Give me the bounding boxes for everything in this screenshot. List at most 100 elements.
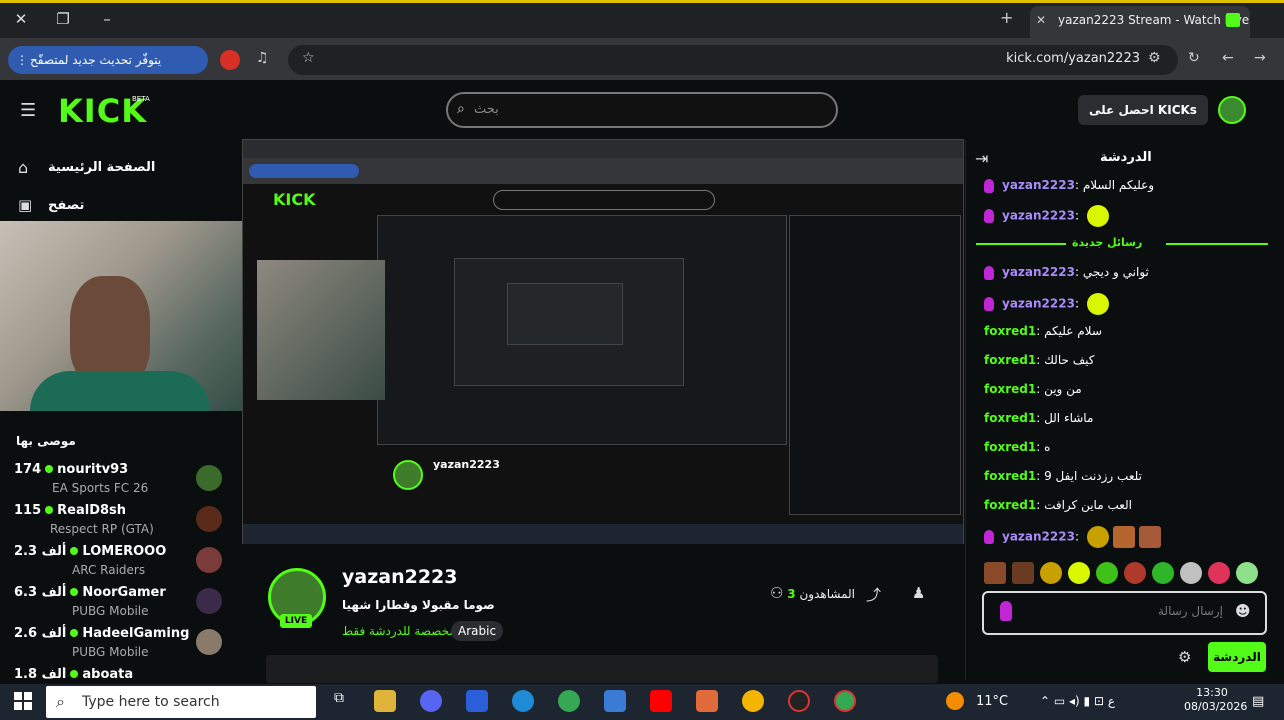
- chat-username[interactable]: yazan2223: [1002, 178, 1075, 192]
- sidebar-item-browse[interactable]: تصفح: [48, 198, 84, 213]
- chrome-update-button[interactable]: ⋮ يتوفّر تحديث جديد لمتصفّح Chrome: [8, 46, 208, 95]
- chat-title: الدردشة: [1100, 150, 1152, 165]
- emote-icon[interactable]: [1124, 562, 1146, 584]
- windows-start-icon[interactable]: [14, 692, 32, 710]
- chat-username[interactable]: foxred1: [984, 324, 1036, 338]
- app-icon[interactable]: [788, 690, 810, 712]
- webcam-overlay: [0, 221, 258, 411]
- share-icon[interactable]: ⤴: [866, 584, 881, 605]
- emote-icon: [1086, 205, 1109, 227]
- chat-username[interactable]: yazan2223: [1002, 530, 1075, 544]
- browser-tab[interactable]: ✕ yazan2223 Stream - Watch Live: [1030, 6, 1250, 38]
- edge-icon[interactable]: [512, 690, 534, 712]
- chat-input-placeholder: إرسال رسالة: [1158, 604, 1223, 618]
- file-explorer-icon[interactable]: [374, 690, 396, 712]
- get-kicks-button[interactable]: احصل على KICKs: [1078, 95, 1208, 125]
- chat-username[interactable]: yazan2223: [1002, 209, 1075, 223]
- chat-input[interactable]: [982, 591, 1267, 635]
- language-tag[interactable]: Arabic: [451, 621, 504, 641]
- youtube-icon[interactable]: [650, 690, 672, 712]
- live-badge: LIVE: [280, 614, 312, 628]
- notifications-icon[interactable]: ▤: [1252, 694, 1264, 709]
- chat-username[interactable]: yazan2223: [1002, 297, 1075, 311]
- webcam-person-shirt: [30, 371, 210, 411]
- recommended-item[interactable]: 2.6 ألف HadeelGaming PUBG Mobile: [14, 626, 236, 666]
- broadcaster-badge-icon: [984, 297, 994, 311]
- app-icon[interactable]: [466, 690, 488, 712]
- media-control-icon[interactable]: ♫: [256, 50, 269, 66]
- streamer-name: RealD8sh: [57, 503, 127, 518]
- user-avatar[interactable]: [1218, 96, 1246, 124]
- restore-window-icon[interactable]: ❐: [50, 8, 76, 30]
- emote-icon[interactable]: [1012, 562, 1034, 584]
- emote-icon[interactable]: [1180, 562, 1202, 584]
- chat-username[interactable]: foxred1: [984, 498, 1036, 512]
- discord-icon[interactable]: [420, 690, 442, 712]
- chat-message: foxred1: تلعب رزدنت ايفل 9: [984, 469, 1142, 483]
- emote-icon[interactable]: [1096, 562, 1118, 584]
- chat-username[interactable]: foxred1: [984, 440, 1036, 454]
- recommended-item[interactable]: 174 nouritv93 EA Sports FC 26: [14, 462, 236, 502]
- chrome-active-icon[interactable]: [834, 690, 856, 712]
- task-view-icon[interactable]: ⧉: [328, 690, 350, 712]
- follow-icon[interactable]: ♟: [912, 584, 925, 602]
- streamer-avatar: [196, 629, 222, 655]
- category-tag[interactable]: مخصصة للدردشة فقط: [342, 624, 456, 638]
- reload-icon[interactable]: ↻: [1188, 50, 1200, 66]
- emote-icon[interactable]: [1208, 562, 1230, 584]
- minimize-window-icon[interactable]: –: [94, 8, 120, 30]
- recommended-item[interactable]: 115 RealD8sh Respect RP (GTA): [14, 503, 236, 543]
- chat-username[interactable]: yazan2223: [1002, 265, 1075, 279]
- emote-icon[interactable]: [1068, 562, 1090, 584]
- app-icon[interactable]: [604, 690, 626, 712]
- kick-favicon-icon: [1226, 13, 1240, 27]
- menu-icon[interactable]: ☰: [20, 100, 36, 121]
- chat-username[interactable]: foxred1: [984, 469, 1036, 483]
- emoji-picker-icon[interactable]: ☻: [1235, 602, 1251, 620]
- recommended-item[interactable]: 6.3 ألف NoorGamer PUBG Mobile: [14, 585, 236, 625]
- extension-icon[interactable]: [220, 50, 240, 70]
- emote-icon[interactable]: [1152, 562, 1174, 584]
- search-input[interactable]: [446, 92, 838, 128]
- broadcaster-badge-icon: [984, 178, 994, 193]
- weather-icon[interactable]: [946, 692, 964, 710]
- new-messages-divider: رسائل جديدة: [976, 236, 1268, 250]
- search-icon: ⌕: [56, 692, 65, 711]
- bookmark-star-icon[interactable]: ☆: [302, 50, 315, 66]
- viewer-count: 2.6 ألف: [14, 626, 67, 641]
- channel-name[interactable]: yazan2223: [342, 566, 458, 588]
- clock[interactable]: 13:30 08/03/2026: [1184, 686, 1247, 714]
- new-messages-label: رسائل جديدة: [1072, 236, 1143, 249]
- chat-settings-icon[interactable]: ⚙: [1178, 648, 1191, 666]
- app-icon[interactable]: [742, 690, 764, 712]
- emote-icon[interactable]: [1040, 562, 1062, 584]
- chat-username[interactable]: foxred1: [984, 353, 1036, 367]
- close-tab-icon[interactable]: ✕: [1036, 6, 1046, 34]
- video-player[interactable]: KICK yazan2223: [242, 139, 964, 544]
- forward-icon[interactable]: →: [1254, 50, 1266, 66]
- system-tray-icons[interactable]: ⌃ ▭ ◂) ▮ ⊡ ع: [1040, 694, 1115, 708]
- emote-icon[interactable]: [984, 562, 1006, 584]
- new-tab-icon[interactable]: +: [1000, 8, 1013, 27]
- streamer-game: ARC Raiders: [72, 563, 146, 577]
- recommended-item[interactable]: 2.3 ألف LOMEROOO ARC Raiders: [14, 544, 236, 584]
- close-window-icon[interactable]: ✕: [8, 8, 34, 30]
- app-icon[interactable]: [696, 690, 718, 712]
- back-icon[interactable]: ←: [1222, 50, 1234, 66]
- chat-username[interactable]: foxred1: [984, 411, 1036, 425]
- recommended-item[interactable]: 1.8 ألف aboata: [14, 667, 236, 683]
- send-chat-button[interactable]: الدردشة: [1208, 642, 1266, 672]
- home-icon: ⌂: [18, 158, 29, 177]
- sidebar-item-home[interactable]: الصفحة الرئيسية: [48, 160, 155, 175]
- chat-username[interactable]: foxred1: [984, 382, 1036, 396]
- chat-text: ه: [1044, 440, 1051, 454]
- about-panel: [266, 655, 938, 683]
- site-settings-icon[interactable]: ⚙: [1148, 50, 1161, 66]
- collapse-chat-icon[interactable]: ⇥: [975, 149, 988, 168]
- divider-line: [1166, 243, 1268, 245]
- captured-taskbar: [243, 524, 963, 544]
- chat-text: كيف حالك: [1044, 353, 1095, 367]
- streamer-name: nouritv93: [57, 462, 129, 477]
- emote-icon[interactable]: [1236, 562, 1258, 584]
- chrome-icon[interactable]: [558, 690, 580, 712]
